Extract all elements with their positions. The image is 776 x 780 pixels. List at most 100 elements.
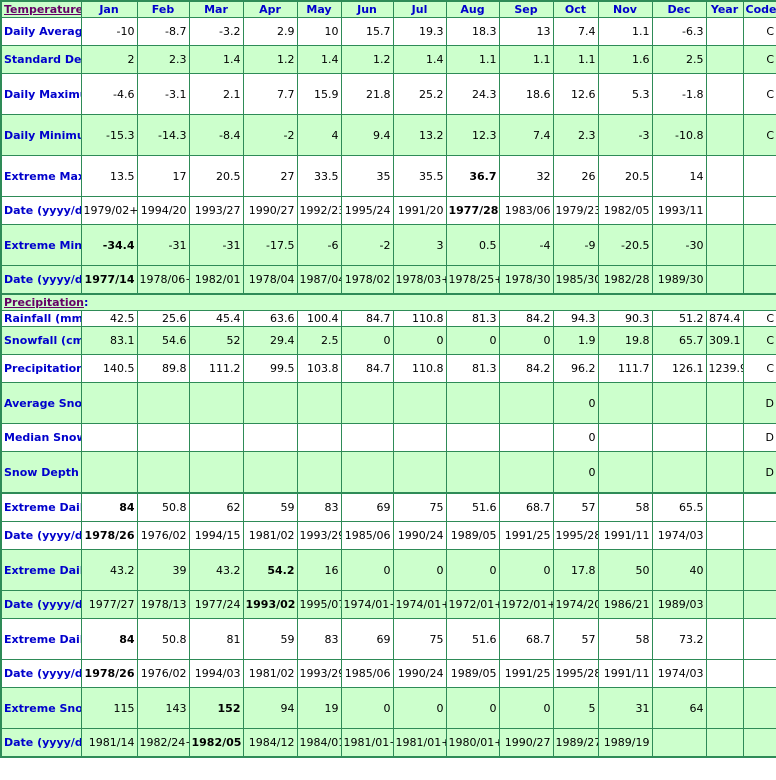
cell-aug: 24.3 [445,73,500,115]
cell-aug: 0 [445,326,500,355]
cell-jul: 35.5 [392,155,447,197]
colon: : [83,296,89,309]
cell-feb: -14.3 [136,114,190,156]
cell-mar [188,423,244,452]
cell-code [742,521,776,550]
cell-jul: 110.8 [392,310,447,327]
cell-apr: 1.2 [242,45,298,74]
cell-sep: 84.2 [498,354,554,383]
cell-oct: 96.2 [552,354,599,383]
temperature-link[interactable]: Temperature [4,3,80,16]
cell-jan: 1981/14 [80,728,138,758]
cell-may [296,451,342,494]
cell-jul: 1990/24 [392,659,447,688]
cell-nov: 1991/11 [597,659,653,688]
row-label-date-yyyy-dd: Date (yyyy/dd) [0,196,82,225]
cell-jan: 1979/02+ [80,196,138,225]
cell-feb: -3.1 [136,73,190,115]
cell-nov: 5.3 [597,73,653,115]
cell-year [705,423,744,452]
cell-jun: 0 [340,326,394,355]
cell-jan [80,451,138,494]
cell-jan: 1978/26 [80,521,138,550]
cell-apr [242,451,298,494]
cell-jun: 21.8 [340,73,394,115]
cell-jan [80,382,138,424]
row-label-extreme-daily-precipitation-mm: Extreme Daily Precipitation (mm) [0,618,82,660]
cell-oct: 1.9 [552,326,599,355]
cell-oct: 26 [552,155,599,197]
column-header-year: Year [705,0,744,18]
row-label-average-snow-depth-cm: Average Snow Depth (cm) [0,382,82,424]
cell-jun: 1995/24 [340,196,394,225]
cell-dec: 1993/11 [651,196,707,225]
cell-dec: 1989/30 [651,265,707,295]
cell-jun: -2 [340,224,394,266]
cell-code [742,728,776,758]
cell-apr: 2.9 [242,17,298,46]
cell-apr: 59 [242,492,298,522]
cell-oct: 0 [552,423,599,452]
cell-year [705,451,744,494]
cell-sep: 1991/25 [498,521,554,550]
cell-dec [651,451,707,494]
table-row: Date (yyyy/dd)1978/261976/021994/151981/… [0,521,776,550]
cell-jul: 1991/20 [392,196,447,225]
cell-apr: 27 [242,155,298,197]
cell-apr: 63.6 [242,310,298,327]
cell-code [742,659,776,688]
cell-code: C [742,73,776,115]
cell-jan: 13.5 [80,155,138,197]
row-label-extreme-snow-depth-cm: Extreme Snow Depth (cm) [0,687,82,729]
cell-jul: 1981/01+ [392,728,447,758]
cell-jan: -10 [80,17,138,46]
cell-jul: 1974/01+ [392,590,447,619]
cell-feb: 1976/02 [136,521,190,550]
cell-sep: 1978/30 [498,265,554,295]
cell-mar: 20.5 [188,155,244,197]
cell-jan [80,423,138,452]
cell-mar: 1993/27 [188,196,244,225]
cell-nov: 1991/11 [597,521,653,550]
column-header-mar: Mar [188,0,244,18]
cell-year: 309.1 [705,326,744,355]
cell-mar: -3.2 [188,17,244,46]
cell-year: 874.4 [705,310,744,327]
cell-nov: 111.7 [597,354,653,383]
precipitation-section-row: Precipitation: [0,293,776,311]
cell-code [742,618,776,660]
cell-jun [340,451,394,494]
cell-code: C [742,114,776,156]
cell-nov: 1.6 [597,45,653,74]
column-header-code: Code [742,0,776,18]
cell-sep [498,451,554,494]
cell-jan: 83.1 [80,326,138,355]
precipitation-link[interactable]: Precipitation [4,296,84,309]
cell-jan: 1978/26 [80,659,138,688]
cell-aug: 81.3 [445,354,500,383]
cell-year [705,492,744,522]
cell-mar: -8.4 [188,114,244,156]
cell-dec [651,728,707,758]
cell-jul: 3 [392,224,447,266]
cell-jul: 1990/24 [392,521,447,550]
cell-may: 4 [296,114,342,156]
cell-year: 1239.9 [705,354,744,383]
cell-jul: 1978/03+ [392,265,447,295]
cell-dec: -6.3 [651,17,707,46]
row-label-date-yyyy-dd: Date (yyyy/dd) [0,265,82,295]
column-header-apr: Apr [242,0,298,18]
cell-mar: 81 [188,618,244,660]
row-label-extreme-minimum-c: Extreme Minimum (°C) [0,224,82,266]
cell-year [705,17,744,46]
cell-may: 15.9 [296,73,342,115]
cell-jan: -4.6 [80,73,138,115]
cell-mar: 52 [188,326,244,355]
cell-may: 1987/04 [296,265,342,295]
cell-mar: 1977/24 [188,590,244,619]
column-header-aug: Aug [445,0,500,18]
cell-dec: 40 [651,549,707,591]
cell-dec: 65.5 [651,492,707,522]
table-row: Date (yyyy/dd)1979/02+1994/201993/271990… [0,196,776,225]
cell-feb: 89.8 [136,354,190,383]
